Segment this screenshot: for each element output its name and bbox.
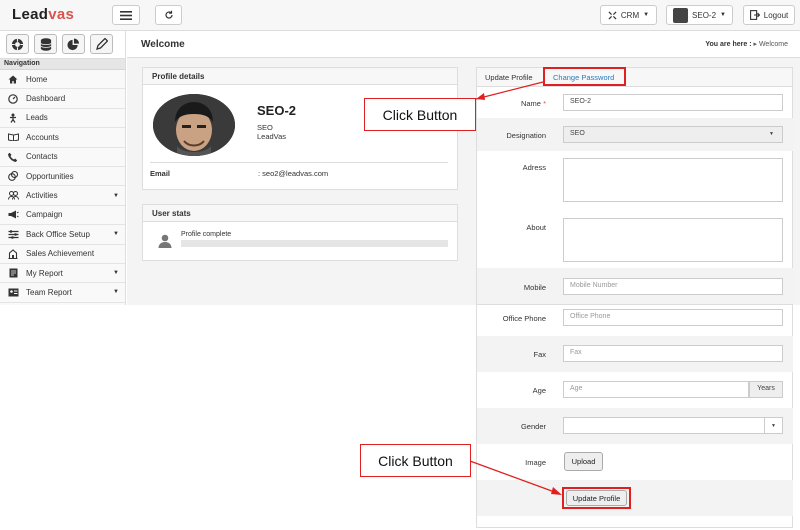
callout-update-profile: Click Button — [360, 444, 471, 477]
callout-change-password: Click Button — [364, 98, 476, 131]
arrow-head-icon — [476, 93, 485, 100]
arrow-head-icon — [551, 487, 562, 495]
